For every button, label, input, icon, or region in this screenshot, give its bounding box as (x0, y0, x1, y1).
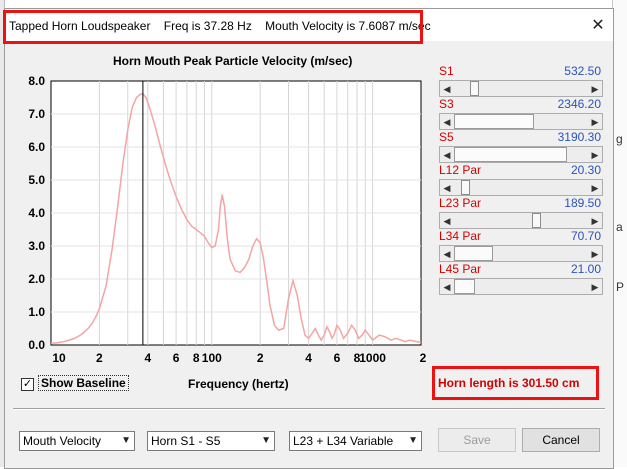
chart-title: Horn Mouth Peak Particle Velocity (m/sec… (113, 54, 353, 68)
arrow-left-icon[interactable]: ◀ (440, 82, 454, 97)
slider-value-l23: 189.50 (564, 196, 601, 210)
y-tick-label: 4.0 (28, 206, 45, 220)
slider-track-l34[interactable]: ◀ ▶ (439, 245, 603, 262)
variable-value: L23 + L34 Variable (293, 434, 394, 448)
x-axis-label: Frequency (hertz) (188, 377, 289, 391)
x-axis-ticks: 10 2 4 6 8 100 2 4 6 81000 2 (52, 351, 426, 365)
slider-track-s3[interactable]: ◀ ▶ (439, 113, 603, 130)
horn-range-dropdown[interactable]: Horn S1 - S5 ▼ (147, 431, 275, 451)
slider-track-l12[interactable]: ◀ ▶ (439, 179, 603, 196)
x-tick-label: 2 (257, 351, 264, 365)
arrow-right-icon[interactable]: ▶ (588, 148, 602, 163)
arrow-right-icon[interactable]: ▶ (588, 247, 602, 262)
arrow-right-icon[interactable]: ▶ (588, 181, 602, 196)
title-highlight-box (3, 10, 423, 44)
background-char: a (616, 220, 623, 234)
y-tick-label: 1.0 (28, 305, 45, 319)
slider-track-l23[interactable]: ◀ ▶ (439, 212, 603, 229)
horn-range-value: Horn S1 - S5 (151, 434, 221, 448)
slider-fill-s3 (454, 114, 534, 129)
background-char: P (616, 280, 625, 294)
slider-thumb-l23[interactable] (531, 213, 541, 228)
arrow-right-icon[interactable]: ▶ (588, 82, 602, 97)
chevron-down-icon: ▼ (408, 435, 418, 446)
arrow-right-icon[interactable]: ▶ (588, 214, 602, 229)
slider-thumb-s1[interactable] (469, 81, 479, 96)
arrow-left-icon[interactable]: ◀ (440, 247, 454, 262)
y-tick-label: 5.0 (28, 173, 45, 187)
save-button[interactable]: Save (438, 428, 516, 452)
x-tick-label: 6 (334, 351, 341, 365)
show-baseline-label[interactable]: Show Baseline (38, 375, 129, 391)
y-tick-label: 8.0 (28, 74, 45, 88)
slider-value-s3: 2346.20 (557, 97, 601, 111)
slider-value-l12: 20.30 (570, 163, 601, 177)
slider-fill-l45 (454, 279, 475, 294)
arrow-right-icon[interactable]: ▶ (588, 115, 602, 130)
slider-label-l34: L34 Par (439, 229, 482, 243)
y-axis-ticks: 0.0 1.0 2.0 3.0 4.0 5.0 6.0 7.0 8.0 (28, 74, 45, 352)
velocity-chart[interactable]: 0.01.02.03.04.05.06.07.08.0 10 2 4 6 8 100 2 4 6… (5, 69, 435, 374)
plot-type-value: Mouth Velocity (23, 434, 102, 448)
y-tick-label: 0.0 (28, 338, 45, 352)
x-tick-label: 2 (96, 351, 103, 365)
x-tick-label: 100 (202, 351, 222, 365)
x-tick-label: 10 (52, 351, 66, 365)
slider-value-l34: 70.70 (570, 229, 601, 243)
horn-length-readout: Horn length is 301.50 cm (438, 376, 580, 390)
arrow-left-icon[interactable]: ◀ (440, 214, 454, 229)
tapped-horn-dialog: Tapped Horn Loudspeaker Freq is 37.28 Hz… (3, 8, 614, 469)
slider-value-s1: 532.50 (564, 64, 601, 78)
show-baseline-checkbox[interactable]: ✓ (21, 378, 34, 391)
arrow-left-icon[interactable]: ◀ (440, 148, 454, 163)
slider-label-s3: S3 (439, 97, 454, 111)
x-tick-label: 8 (193, 351, 200, 365)
arrow-left-icon[interactable]: ◀ (440, 280, 454, 295)
slider-label-s5: S5 (439, 130, 454, 144)
arrow-right-icon[interactable]: ▶ (588, 280, 602, 295)
slider-label-s1: S1 (439, 64, 454, 78)
slider-label-l23: L23 Par (439, 196, 482, 210)
arrow-left-icon[interactable]: ◀ (440, 115, 454, 130)
variable-dropdown[interactable]: L23 + L34 Variable ▼ (289, 431, 422, 451)
y-tick-label: 6.0 (28, 140, 45, 154)
slider-label-l12: L12 Par (439, 163, 482, 177)
chevron-down-icon: ▼ (121, 435, 131, 446)
close-icon[interactable]: ✕ (587, 15, 609, 37)
background-char: g (616, 132, 623, 146)
dialog-separator (13, 408, 605, 410)
slider-fill-s5 (454, 147, 567, 162)
x-tick-label: 2 (420, 351, 427, 365)
x-tick-label: 4 (144, 351, 151, 365)
slider-track-s5[interactable]: ◀ ▶ (439, 146, 603, 163)
title-bar: Tapped Horn Loudspeaker Freq is 37.28 Hz… (3, 9, 613, 44)
chevron-down-icon: ▼ (261, 435, 271, 446)
x-tick-label: 6 (173, 351, 180, 365)
x-tick-label: 4 (305, 351, 312, 365)
background-window-right-edge: g a P (612, 0, 627, 467)
cancel-button[interactable]: Cancel (522, 428, 600, 452)
x-tick-label: 1000 (359, 351, 386, 365)
plot-type-dropdown[interactable]: Mouth Velocity ▼ (19, 431, 135, 451)
y-tick-label: 3.0 (28, 239, 45, 253)
slider-label-l45: L45 Par (439, 262, 482, 276)
slider-value-s5: 3190.30 (557, 130, 601, 144)
y-tick-label: 7.0 (28, 107, 45, 121)
arrow-left-icon[interactable]: ◀ (440, 181, 454, 196)
y-tick-label: 2.0 (28, 272, 45, 286)
slider-value-l45: 21.00 (570, 262, 601, 276)
slider-track-l45[interactable]: ◀ ▶ (439, 278, 603, 295)
slider-thumb-l12[interactable] (460, 180, 470, 195)
slider-fill-l34 (454, 246, 494, 261)
slider-track-s1[interactable]: ◀ ▶ (439, 80, 603, 97)
